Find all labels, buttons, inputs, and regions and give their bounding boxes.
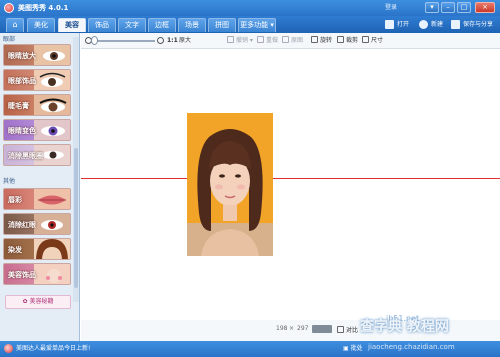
tab-collage[interactable]: 拼图: [208, 18, 236, 32]
feature-hair-dye[interactable]: 染发: [3, 238, 71, 260]
menu-dropdown-icon[interactable]: ▾: [425, 2, 439, 13]
reset-icon: [282, 36, 289, 43]
eye-thumbnail-icon: [34, 95, 70, 115]
undo-icon: [227, 36, 234, 43]
promo-icon: [4, 344, 13, 353]
original-size-button[interactable]: 原大: [179, 36, 191, 46]
tab-home[interactable]: ⌂: [6, 18, 24, 32]
tab-accessories[interactable]: 饰品: [88, 18, 116, 32]
eye-thumbnail-icon: [34, 120, 70, 140]
feature-remove-red-eye[interactable]: 消除红眼: [3, 213, 71, 235]
compare-button[interactable]: 对比: [337, 325, 358, 334]
save-share-button[interactable]: 保存与分享: [451, 18, 493, 31]
image-height: 297: [297, 325, 309, 332]
beauty-tips-button[interactable]: ✿ 美容秘籍: [5, 295, 71, 309]
edited-photo[interactable]: [187, 113, 273, 256]
app-logo-icon: [4, 3, 14, 13]
section-label-other: 其他: [3, 178, 16, 185]
plus-icon: [419, 20, 428, 29]
tab-more-features[interactable]: 更多功能 ▾: [238, 18, 276, 32]
feature-remove-dark-circles[interactable]: 消除黑眼圈: [3, 144, 71, 166]
maximize-button[interactable]: □: [457, 2, 471, 13]
face-thumbnail-icon: [34, 264, 70, 284]
minimize-button[interactable]: –: [441, 2, 455, 13]
rotate-button[interactable]: 旋转: [311, 36, 332, 46]
sidebar-scrollbar-thumb[interactable]: [74, 148, 78, 288]
lips-thumbnail-icon: [34, 189, 70, 209]
title-bar: 美图秀秀 4.0.1 登录 ▾ – □ ×: [0, 0, 500, 16]
batch-process-button[interactable]: ▣ 批处: [343, 343, 363, 355]
zoom-in-icon[interactable]: [157, 37, 164, 44]
beauty-sidebar: 眼部 眼睛放大 眼部饰品 睫毛膏 眼睛变色 消除黑眼圈 其他 唇彩 消除红眼 染…: [0, 33, 80, 341]
portrait-image: [187, 113, 273, 256]
zoom-ratio-button[interactable]: 1:1: [167, 36, 178, 46]
eye-thumbnail-icon: [34, 214, 70, 234]
canvas-toolbar: 1:1 原大 撤销 ▾ 重做 原图 旋转 裁剪 尺寸: [81, 33, 500, 49]
zoom-slider[interactable]: [95, 40, 155, 42]
feature-mascara[interactable]: 睫毛膏: [3, 94, 71, 116]
open-button[interactable]: 打开: [385, 18, 409, 31]
save-icon: [451, 20, 460, 29]
hair-thumbnail-icon: [34, 239, 70, 259]
redo-icon: [257, 36, 264, 43]
eye-thumbnail-icon: [34, 45, 70, 65]
tab-beautify[interactable]: 美化: [27, 18, 55, 32]
resize-button[interactable]: 尺寸: [362, 36, 383, 46]
section-label-eyes: 眼部: [3, 36, 16, 43]
size-badge: [312, 325, 332, 333]
tab-scene[interactable]: 场景: [178, 18, 206, 32]
image-width: 198: [276, 325, 288, 332]
folder-icon: [385, 20, 394, 29]
redo-button[interactable]: 重做: [257, 36, 278, 46]
new-button[interactable]: 新建: [419, 18, 443, 31]
undo-button[interactable]: 撤销 ▾: [227, 36, 253, 46]
guide-line: [81, 178, 500, 179]
scissors-icon: [337, 36, 344, 43]
feature-enlarge-eyes[interactable]: 眼睛放大: [3, 44, 71, 66]
dimension-separator: ×: [289, 325, 295, 332]
image-canvas[interactable]: [81, 50, 500, 320]
promo-notice-link[interactable]: 美图达人最爱单品今日上新!: [16, 343, 90, 355]
app-title: 美图秀秀 4.0.1: [18, 4, 69, 12]
batch-icon: ▣: [343, 345, 349, 352]
feature-beauty-accessories[interactable]: 美容饰品: [3, 263, 71, 285]
main-tab-bar: ⌂ 美化 美容 饰品 文字 边框 场景 拼图 更多功能 ▾ 打开 新建 保存与分…: [0, 16, 500, 33]
login-link[interactable]: 登录: [385, 2, 397, 14]
feature-lip-color[interactable]: 唇彩: [3, 188, 71, 210]
crop-button[interactable]: 裁剪: [337, 36, 358, 46]
feature-eye-accessories[interactable]: 眼部饰品: [3, 69, 71, 91]
sparkle-icon: ✿: [22, 298, 28, 305]
reset-button[interactable]: 原图: [282, 36, 303, 46]
feature-eye-color[interactable]: 眼睛变色: [3, 119, 71, 141]
tab-beauty[interactable]: 美容: [58, 18, 86, 32]
tab-frame[interactable]: 边框: [148, 18, 176, 32]
watermark-title: 查字典 教程网: [360, 319, 449, 335]
tab-text[interactable]: 文字: [118, 18, 146, 32]
zoom-slider-handle[interactable]: [91, 36, 98, 45]
watermark-url: jiaocheng.chazidian.com: [368, 343, 455, 351]
resize-icon: [362, 36, 369, 43]
rotate-icon: [311, 36, 318, 43]
compare-icon: [337, 326, 344, 333]
eye-thumbnail-icon: [34, 70, 70, 90]
close-button[interactable]: ×: [475, 2, 495, 13]
